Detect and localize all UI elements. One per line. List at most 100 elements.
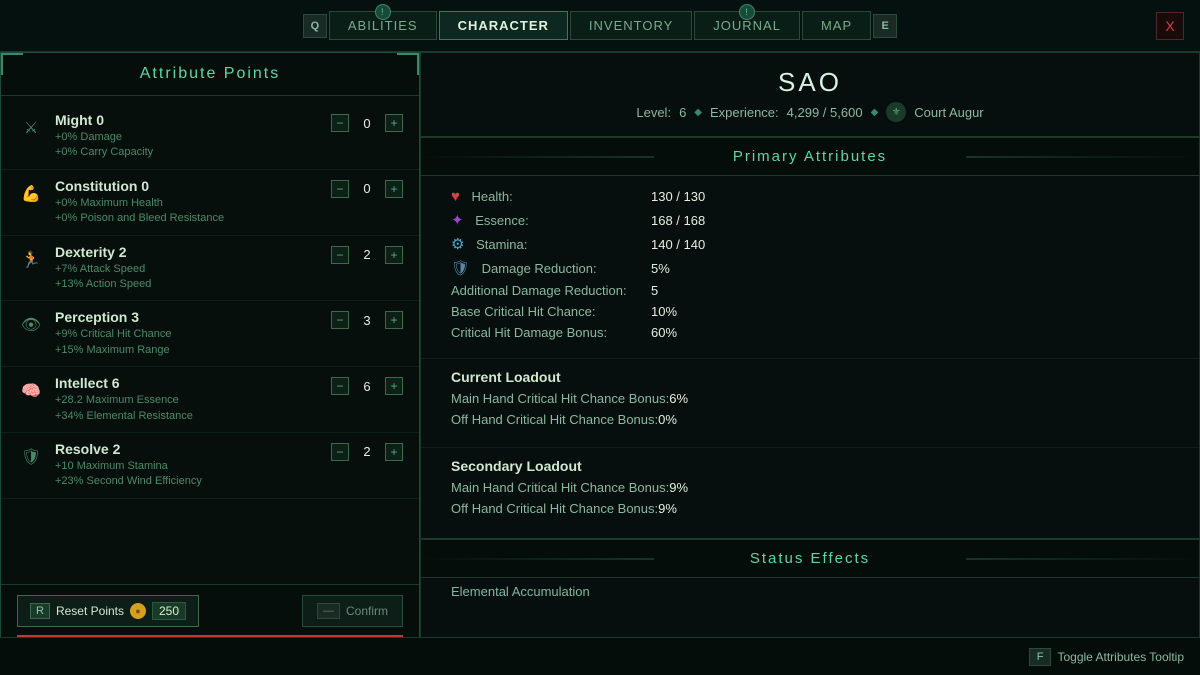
tab-map[interactable]: MAP [802,11,871,40]
tooltip-hint: F Toggle Attributes Tooltip [1029,648,1184,666]
coin-icon: ● [130,603,146,619]
primary-stats-grid: ♥ Health: 130 / 130 ✦ Essence: 168 / 168 [421,176,1199,358]
tab-journal[interactable]: ! JOURNAL [694,11,800,40]
perception-decrement-button[interactable]: − [331,311,349,329]
footer-buttons: R Reset Points ● 250 — Confirm [17,595,403,627]
current-off-hand-value: 0% [658,412,677,427]
current-loadout-section: Current Loadout Main Hand Critical Hit C… [421,358,1199,439]
secondary-off-hand-row: Off Hand Critical Hit Chance Bonus: 9% [451,501,1169,516]
tab-abilities[interactable]: ! ABILITIES [329,11,437,40]
confirm-button[interactable]: — Confirm [302,595,403,627]
attribute-row-constitution: 💪Constitution 0+0% Maximum Health+0% Poi… [1,170,419,236]
attribute-row-intellect: 🧠 Intellect 6 +28.2 Maximum Essence+34% El… [1,367,419,433]
stat-row-base-crit: Base Critical Hit Chance: 10% [451,304,1169,319]
main-layout: Attribute Points ⚔Might 0+0% Damage+0% C… [0,52,1200,675]
confirm-label: Confirm [346,604,388,618]
might-increment-button[interactable]: + [385,114,403,132]
perception-controls: −3+ [331,311,403,329]
close-button[interactable]: X [1156,12,1184,40]
resolve-decrement-button[interactable]: − [331,443,349,461]
might-decrement-button[interactable]: − [331,114,349,132]
attribute-row-dexterity: 🏃Dexterity 2+7% Attack Speed+13% Action … [1,236,419,302]
status-effects-header: Status Effects [421,539,1199,578]
constitution-controls: −0+ [331,180,403,198]
intellect-bonuses: +28.2 Maximum Essence+34% Elemental Resi… [55,393,321,424]
dexterity-name: Dexterity 2 [55,244,321,260]
perception-name: Perception 3 [55,309,321,325]
abilities-badge: ! [375,4,391,20]
constitution-decrement-button[interactable]: − [331,180,349,198]
stat-row-add-dmg-reduction: Additional Damage Reduction: 5 [451,283,1169,298]
stat-row-stamina: ⚙ Stamina: 140 / 140 [451,235,1169,253]
intellect-name: Intellect 6 [55,375,321,391]
experience-label: Experience: [710,105,779,120]
stamina-label: ⚙ Stamina: [451,235,651,253]
resolve-value: 2 [357,444,377,459]
secondary-main-hand-value: 9% [669,480,688,495]
perception-increment-button[interactable]: + [385,311,403,329]
crit-bonus-value: 60% [651,325,677,340]
secondary-main-hand-row: Main Hand Critical Hit Chance Bonus: 9% [451,480,1169,495]
dmg-reduction-label: 🛡 Damage Reduction: [451,259,651,277]
current-off-hand-label: Off Hand Critical Hit Chance Bonus: [451,412,658,427]
constitution-bonuses: +0% Maximum Health+0% Poison and Bleed R… [55,196,321,227]
secondary-loadout-title: Secondary Loadout [451,458,1169,474]
heart-icon: ♥ [451,188,460,205]
intellect-info: Intellect 6 +28.2 Maximum Essence+34% Ele… [55,375,321,424]
reset-points-button[interactable]: R Reset Points ● 250 [17,595,199,627]
stats-content: Primary Attributes ♥ Health: 130 / 130 ✦… [421,137,1199,674]
dexterity-decrement-button[interactable]: − [331,246,349,264]
intellect-increment-button[interactable]: + [385,377,403,395]
character-meta: Level: 6 ◆ Experience: 4,299 / 5,600 ◆ ⚜… [435,102,1185,122]
reset-label: Reset Points [56,604,124,618]
constitution-increment-button[interactable]: + [385,180,403,198]
intellect-decrement-button[interactable]: − [331,377,349,395]
resolve-increment-button[interactable]: + [385,443,403,461]
intellect-icon: 🧠 [17,377,45,405]
attribute-points-header: Attribute Points [1,53,419,96]
character-name: SAO [435,67,1185,98]
attribute-row-perception: 👁 Perception 3 +9% Critical Hit Chance+15%… [1,301,419,367]
might-bonuses: +0% Damage+0% Carry Capacity [55,130,321,161]
journal-badge: ! [739,4,755,20]
secondary-main-hand-label: Main Hand Critical Hit Chance Bonus: [451,480,669,495]
tab-character[interactable]: CHARACTER [439,11,568,40]
secondary-loadout-section: Secondary Loadout Main Hand Critical Hit… [421,447,1199,528]
diamond-icon-2: ◆ [871,107,879,118]
dmg-reduction-value: 5% [651,261,670,276]
attribute-row-resolve: 🛡Resolve 2+10 Maximum Stamina+23% Second… [1,433,419,499]
left-panel: Attribute Points ⚔Might 0+0% Damage+0% C… [0,52,420,675]
intellect-controls: −6 + [331,377,403,395]
health-label: ♥ Health: [451,188,651,205]
essence-icon: ✦ [451,212,464,229]
attribute-row-might: ⚔Might 0+0% Damage+0% Carry Capacity−0+ [1,104,419,170]
perception-info: Perception 3 +9% Critical Hit Chance+15% … [55,309,321,358]
essence-label: ✦ Essence: [451,211,651,229]
perception-icon: 👁 [17,311,45,339]
reset-cost: 250 [152,602,186,620]
intellect-value: 6 [357,379,377,394]
might-value: 0 [357,116,377,131]
current-main-hand-row: Main Hand Critical Hit Chance Bonus: 6% [451,391,1169,406]
secondary-off-hand-value: 9% [658,501,677,516]
might-name: Might 0 [55,112,321,128]
character-title: Court Augur [914,105,983,120]
stat-row-crit-bonus: Critical Hit Damage Bonus: 60% [451,325,1169,340]
stat-row-health: ♥ Health: 130 / 130 [451,188,1169,205]
perception-bonuses: +9% Critical Hit Chance+15% Maximum Rang… [55,327,321,358]
q-key: Q [303,14,327,38]
current-main-hand-value: 6% [669,391,688,406]
might-info: Might 0 +0% Damage+0% Carry Capacity [55,112,321,161]
tab-inventory[interactable]: INVENTORY [570,11,692,40]
shield-dmg-icon: 🛡 [451,260,470,277]
dexterity-controls: −2+ [331,246,403,264]
top-navigation: Q ! ABILITIES CHARACTER INVENTORY ! JOUR… [0,0,1200,52]
dexterity-bonuses: +7% Attack Speed+13% Action Speed [55,262,321,293]
base-crit-value: 10% [651,304,677,319]
add-dmg-reduction-label: Additional Damage Reduction: [451,283,651,298]
dexterity-increment-button[interactable]: + [385,246,403,264]
current-loadout-title: Current Loadout [451,369,1169,385]
health-value: 130 / 130 [651,189,705,204]
toggle-label: Toggle Attributes Tooltip [1057,650,1184,664]
secondary-off-hand-label: Off Hand Critical Hit Chance Bonus: [451,501,658,516]
